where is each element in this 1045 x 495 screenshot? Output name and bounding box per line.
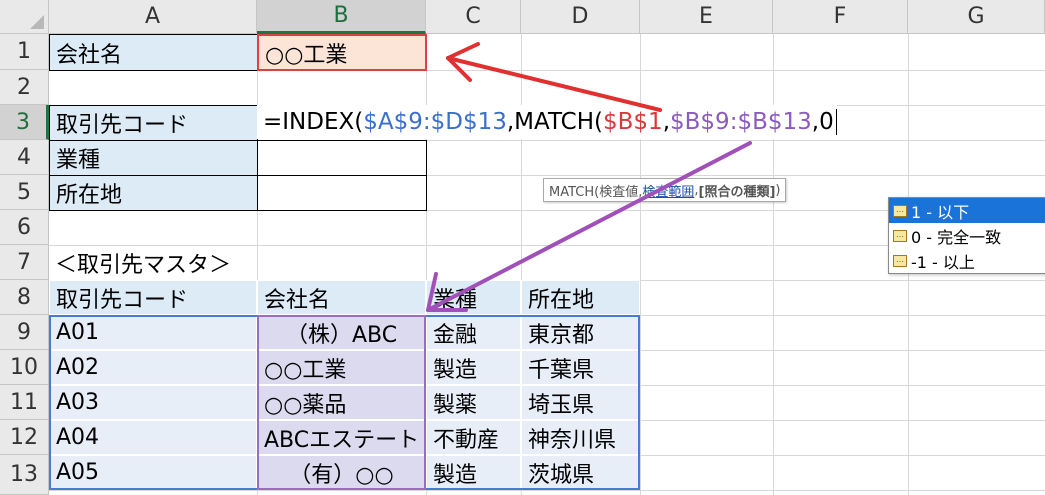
cell-a3[interactable]: 取引先コード (49, 105, 258, 141)
formula-comma: , (662, 109, 671, 135)
cell-a1[interactable]: 会社名 (49, 34, 258, 71)
cell-a4[interactable]: 業種 (49, 140, 258, 176)
autocomplete-item-less[interactable]: ⋯ 1 - 以下 (889, 198, 1045, 223)
table-header-code[interactable]: 取引先コード (49, 280, 257, 315)
spreadsheet[interactable]: A B C D E F G 1 2 3 4 5 6 7 8 9 10 11 12… (0, 0, 1045, 495)
row-header-2[interactable]: 2 (0, 70, 49, 105)
gridline (773, 34, 774, 495)
column-header-a[interactable]: A (49, 0, 257, 34)
column-header-f[interactable]: F (773, 0, 908, 34)
row-header-6[interactable]: 6 (0, 210, 49, 245)
cell-a7-section-title[interactable]: ＜取引先マスタ＞ (49, 245, 349, 280)
match-type-icon: ⋯ (893, 204, 907, 217)
autocomplete-item-greater[interactable]: ⋯ -1 - 以上 (889, 248, 1045, 273)
table-header-location[interactable]: 所在地 (521, 280, 640, 315)
row-header-12[interactable]: 12 (0, 420, 49, 455)
table-header-company[interactable]: 会社名 (257, 280, 426, 315)
cell-b1[interactable]: ○○工業 (257, 34, 427, 71)
row-header-1[interactable]: 1 (0, 34, 49, 70)
column-header-b[interactable]: B (257, 0, 426, 34)
row-header-9[interactable]: 9 (0, 315, 49, 350)
column-header-g[interactable]: G (908, 0, 1045, 34)
tooltip-type: [照合の種類] (698, 184, 776, 200)
row-header-11[interactable]: 11 (0, 385, 49, 420)
autocomplete-label: 0 - 完全一致 (911, 227, 1002, 247)
match-type-icon: ⋯ (893, 254, 907, 267)
cell-b4[interactable] (257, 140, 427, 176)
formula-part-zero: ,0 (811, 109, 834, 135)
column-header-e[interactable]: E (640, 0, 773, 34)
cell-b5[interactable] (257, 175, 427, 211)
row-header-8[interactable]: 8 (0, 280, 49, 315)
gridline (49, 490, 1045, 491)
row-header-3[interactable]: 3 (0, 105, 49, 140)
tooltip-close: ) (775, 182, 781, 198)
match-type-icon: ⋯ (893, 229, 907, 242)
red-arrow (446, 42, 662, 112)
formula-ref-b1: $B$1 (603, 109, 663, 135)
row-header-7[interactable]: 7 (0, 245, 49, 280)
text-caret (835, 109, 837, 135)
row-header-13[interactable]: 13 (0, 455, 49, 495)
table-header-industry[interactable]: 業種 (426, 280, 521, 315)
column-header-d[interactable]: D (521, 0, 640, 34)
row-header-5[interactable]: 5 (0, 175, 49, 210)
tooltip-fn: MATCH(検査値, (549, 184, 643, 200)
cell-a5[interactable]: 所在地 (49, 175, 258, 211)
autocomplete-label: 1 - 以下 (911, 202, 970, 222)
row-header-4[interactable]: 4 (0, 140, 49, 175)
range-highlight-b9-b13 (257, 315, 426, 490)
formula-part-index: =INDEX( (263, 109, 364, 135)
autocomplete-label: -1 - 以上 (911, 252, 975, 272)
gridline (640, 34, 641, 495)
tooltip-range-link[interactable]: 検査範囲 (642, 181, 694, 200)
formula-ref-range: $A$9:$D$13 (363, 109, 507, 135)
column-header-c[interactable]: C (426, 0, 521, 34)
autocomplete-item-exact[interactable]: ⋯ 0 - 完全一致 (889, 223, 1045, 248)
formula-ref-lookup: $B$9:$B$13 (670, 109, 812, 135)
cell-b3-formula-editor[interactable]: =INDEX( $A$9:$D$13 ,MATCH( $B$1 , $B$9:$… (257, 105, 837, 139)
match-type-autocomplete[interactable]: ⋯ 1 - 以下 ⋯ 0 - 完全一致 ⋯ -1 - 以上 (888, 197, 1045, 274)
row-header-10[interactable]: 10 (0, 350, 49, 385)
formula-part-match: ,MATCH( (506, 109, 604, 135)
select-all-corner[interactable] (0, 0, 49, 34)
function-argument-tooltip[interactable]: MATCH(検査値, 検査範囲 , [照合の種類] ) (543, 178, 787, 202)
